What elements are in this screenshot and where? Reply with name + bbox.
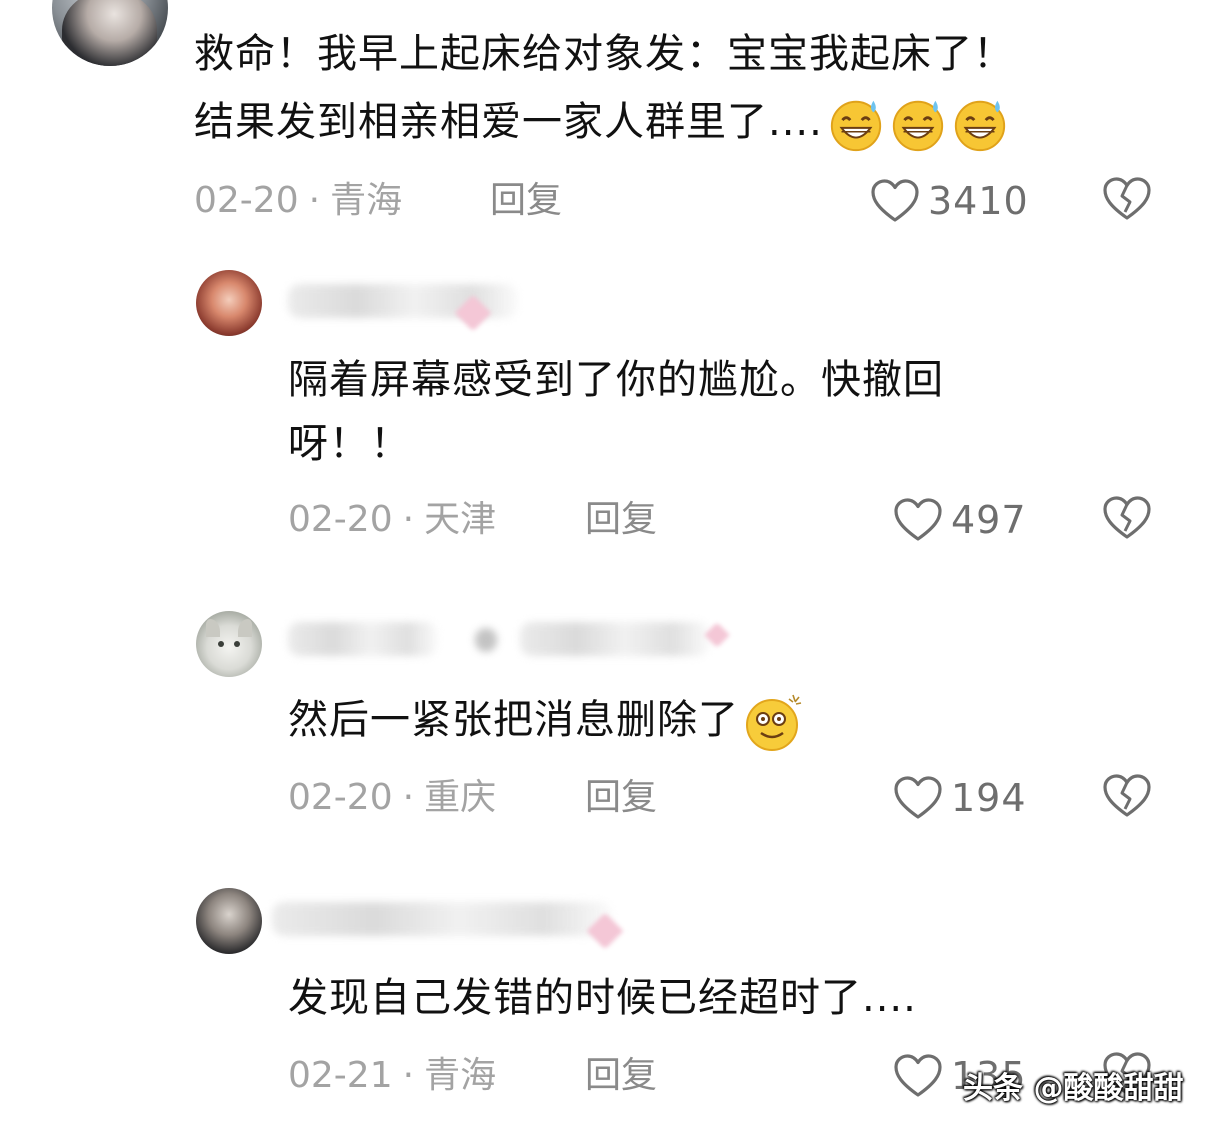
reply-button[interactable]: 回复 <box>585 500 657 540</box>
reply-button[interactable]: 回复 <box>585 778 657 818</box>
comment-location: 重庆 <box>424 777 497 818</box>
broken-heart-icon[interactable] <box>1102 495 1152 541</box>
avatar[interactable] <box>196 270 262 336</box>
grin-sweat-emoji-icon <box>892 100 943 152</box>
comment-meta: 02-20 · 重庆 <box>288 778 496 818</box>
comment-text-line2: 呀！！ <box>288 421 411 467</box>
comment-date: 02-20 <box>288 777 393 818</box>
comment-text: 隔着屏幕感受到了你的尴尬。快撤回 <box>288 357 944 403</box>
comment-location: 青海 <box>424 1055 497 1096</box>
broken-heart-icon[interactable] <box>1102 176 1152 222</box>
like-count: 497 <box>951 498 1027 542</box>
comment-meta: 02-21 · 青海 <box>288 1056 496 1096</box>
username-blurred-part <box>520 622 710 656</box>
broken-heart-icon[interactable] <box>1102 773 1152 819</box>
like-button[interactable]: 497 <box>893 495 1027 545</box>
comment-date: 02-20 <box>194 180 299 221</box>
dizzy-smile-emoji-icon <box>746 694 802 751</box>
comment-location: 天津 <box>424 499 497 540</box>
heart-outline-icon <box>894 498 942 541</box>
watermark: 头条 @酸酸甜甜 <box>963 1071 1184 1106</box>
grin-sweat-emoji-icon <box>830 100 881 152</box>
comment-location: 青海 <box>330 180 403 221</box>
reply-button[interactable]: 回复 <box>585 1056 657 1096</box>
username-blurred[interactable] <box>272 902 612 936</box>
like-button[interactable]: 194 <box>893 773 1027 823</box>
heart-outline-icon <box>894 1054 942 1097</box>
reply-button[interactable]: 回复 <box>490 181 562 221</box>
like-button[interactable]: 3410 <box>870 176 1029 226</box>
separator: · <box>402 777 415 818</box>
comment-text: 救命！我早上起床给对象发：宝宝我起床了！ <box>194 31 1014 77</box>
avatar[interactable] <box>196 888 262 954</box>
heart-outline-icon <box>871 179 919 222</box>
comment-date: 02-21 <box>288 1055 393 1096</box>
like-count: 194 <box>951 776 1027 820</box>
comment-text: 发现自己发错的时候已经超时了.... <box>288 975 917 1021</box>
separator: · <box>402 1055 415 1096</box>
grin-sweat-emoji-icon <box>954 100 1005 152</box>
avatar[interactable] <box>196 611 262 677</box>
comment-meta: 02-20 · 青海 <box>194 181 402 221</box>
separator: · <box>402 499 415 540</box>
heart-outline-icon <box>894 776 942 819</box>
avatar[interactable] <box>52 0 168 66</box>
comment-text-line2: 结果发到相亲相爱一家人群里了.... <box>194 90 1009 154</box>
comment-text: 然后一紧张把消息删除了 <box>288 688 805 753</box>
username-blurred-part <box>475 628 497 652</box>
separator: · <box>308 180 321 221</box>
comment-date: 02-20 <box>288 499 393 540</box>
username-blurred[interactable] <box>288 622 438 656</box>
comment-meta: 02-20 · 天津 <box>288 500 496 540</box>
like-count: 3410 <box>928 179 1029 223</box>
